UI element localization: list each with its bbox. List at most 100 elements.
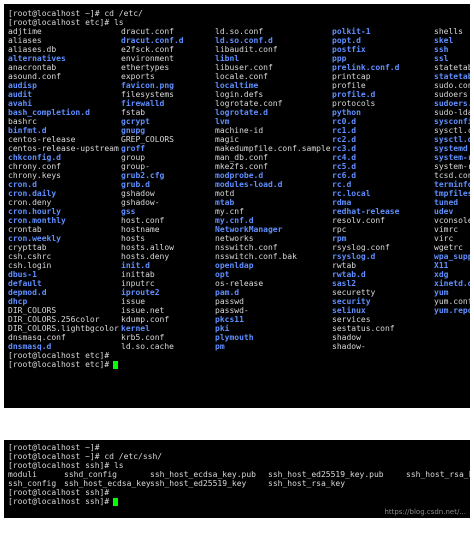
file-entry: ssh_host_ed25519_key: [150, 479, 247, 488]
ls-column: ld.so.conf ld.so.conf.d libaudit.conf libnl…: [215, 27, 332, 351]
file-entry: protocols: [332, 99, 376, 108]
file-entry: rwtab: [332, 261, 357, 270]
file-entry: ld.so.cache: [121, 342, 174, 351]
file-entry: DIR_COLORS.lightbgcolor: [8, 324, 119, 333]
directory-entry: depmod.d: [8, 288, 47, 297]
directory-entry: avahi: [8, 99, 33, 108]
directory-entry: opt: [215, 270, 230, 279]
directory-entry: NetworkManager: [215, 225, 283, 234]
ls-column: ssh_host_ecdsa_key.pub ssh_host_ed25519_k…: [150, 470, 268, 488]
file-entry: ssh_host_ecdsa_key.pub: [150, 470, 256, 479]
file-entry: resolv.conf: [332, 216, 385, 225]
file-entry: mke2fs.conf: [215, 162, 268, 171]
file-entry: sudo-ldap.conf: [434, 108, 470, 117]
ls-column: ssh_host_ed25519_key.pub ssh_host_rsa_key: [268, 470, 406, 488]
file-entry: yum.conf: [434, 297, 470, 306]
file-entry: cron.deny: [8, 198, 52, 207]
directory-entry: profile.d: [332, 90, 376, 99]
active-prompt[interactable]: [root@localhost ssh]#: [8, 497, 470, 506]
file-entry: chrony.keys: [8, 171, 61, 180]
file-entry: wgetrc: [434, 243, 463, 252]
file-entry: ssh_host_ed25519_key.pub: [268, 470, 384, 479]
directory-entry: gnupg: [121, 126, 146, 135]
prompt-line: [root@localhost ~]# cd /etc/: [8, 9, 143, 18]
file-entry: tcsd.conf: [434, 171, 470, 180]
file-entry: services: [332, 315, 371, 324]
directory-entry: rpm: [332, 234, 347, 243]
file-entry: vconsole.conf: [434, 216, 470, 225]
directory-entry: xdg: [434, 270, 449, 279]
directory-entry: firewalld: [121, 99, 165, 108]
directory-entry: sysconfig: [434, 117, 470, 126]
directory-entry: system-release: [434, 153, 470, 162]
directory-entry: rc1.d: [332, 126, 357, 135]
directory-entry: cron.d: [8, 180, 37, 189]
directory-entry: cron.daily: [8, 189, 57, 198]
terminal-window-ssh[interactable]: [root@localhost ~]# [root@localhost ~]# …: [4, 440, 470, 518]
file-entry: printcap: [332, 72, 371, 81]
directory-entry: ppp: [332, 54, 347, 63]
directory-entry: sudoers.d: [434, 99, 470, 108]
file-entry: login.defs: [215, 90, 264, 99]
directory-entry: grub.d: [121, 180, 150, 189]
directory-entry: systemd: [434, 144, 468, 153]
file-entry: shadow: [332, 333, 361, 342]
file-entry: libuser.conf: [215, 63, 273, 72]
file-entry: hostname: [121, 225, 160, 234]
directory-entry: default: [8, 279, 42, 288]
file-entry: group-: [121, 162, 150, 171]
file-entry: sshd_config: [64, 470, 117, 479]
directory-entry: bash_completion.d: [8, 108, 90, 117]
file-entry: magic: [215, 135, 240, 144]
ls-column: sshd_config ssh_host_ecdsa_key: [64, 470, 151, 488]
file-entry: moduli: [8, 470, 37, 479]
directory-entry: pam.d: [215, 288, 240, 297]
file-entry: profile: [332, 81, 366, 90]
file-entry: makedumpfile.conf.sample: [215, 144, 331, 153]
file-entry: crypttab: [8, 243, 47, 252]
file-entry: aliases: [8, 36, 42, 45]
file-entry: ssh_config: [8, 479, 57, 488]
file-entry: fstab: [121, 108, 146, 117]
file-entry: vimrc: [434, 225, 459, 234]
file-entry: exports: [121, 72, 155, 81]
cursor-icon: [113, 497, 119, 506]
directory-entry: sasl2: [332, 279, 357, 288]
file-entry: GREP_COLORS: [121, 135, 174, 144]
directory-entry: dnsmasq.d: [8, 342, 52, 351]
directory-entry: cron.monthly: [8, 216, 66, 225]
file-entry: adjtime: [8, 27, 42, 36]
file-entry: ssh_host_rsa_key: [268, 479, 346, 488]
file-entry: sudo.conf: [434, 81, 470, 90]
file-entry: group: [121, 153, 146, 162]
directory-entry: rc4.d: [332, 153, 357, 162]
ls-column: shellsskelsshsslstatetabstatetab.dsudo.c…: [434, 27, 470, 351]
file-entry: rsyslog.conf: [332, 243, 390, 252]
directory-entry: selinux: [332, 306, 366, 315]
file-entry: ssh_host_rsa_key.pub: [406, 470, 470, 479]
directory-entry: modprobe.d: [215, 171, 264, 180]
file-entry: ld.so.conf: [215, 27, 264, 36]
directory-entry: skel: [434, 36, 454, 45]
file-entry: virc: [434, 234, 454, 243]
directory-entry: tmpfiles.d: [434, 189, 470, 198]
directory-entry: gss: [121, 207, 136, 216]
directory-entry: dhcp: [8, 297, 28, 306]
terminal-window-etc[interactable]: [root@localhost ~]# cd /etc/ [root@local…: [4, 4, 470, 408]
file-entry: kdump.conf: [121, 315, 170, 324]
directory-entry: gcrypt: [121, 117, 150, 126]
file-entry: locale.conf: [215, 72, 268, 81]
directory-entry: ssl: [434, 54, 449, 63]
directory-entry: pki: [215, 324, 230, 333]
file-entry: environment: [121, 54, 174, 63]
file-entry: nsswitch.conf: [215, 243, 278, 252]
file-entry: csh.login: [8, 261, 52, 270]
file-entry: krb5.conf: [121, 333, 165, 342]
active-prompt[interactable]: [root@localhost etc]#: [8, 360, 470, 369]
file-entry: hosts.allow: [121, 243, 174, 252]
directory-entry: plymouth: [215, 333, 254, 342]
file-entry: motd: [215, 189, 235, 198]
prompt-line: [root@localhost etc]#: [8, 351, 110, 360]
prompt-line: [root@localhost ~]#: [8, 443, 100, 452]
directory-entry: yum: [434, 288, 449, 297]
